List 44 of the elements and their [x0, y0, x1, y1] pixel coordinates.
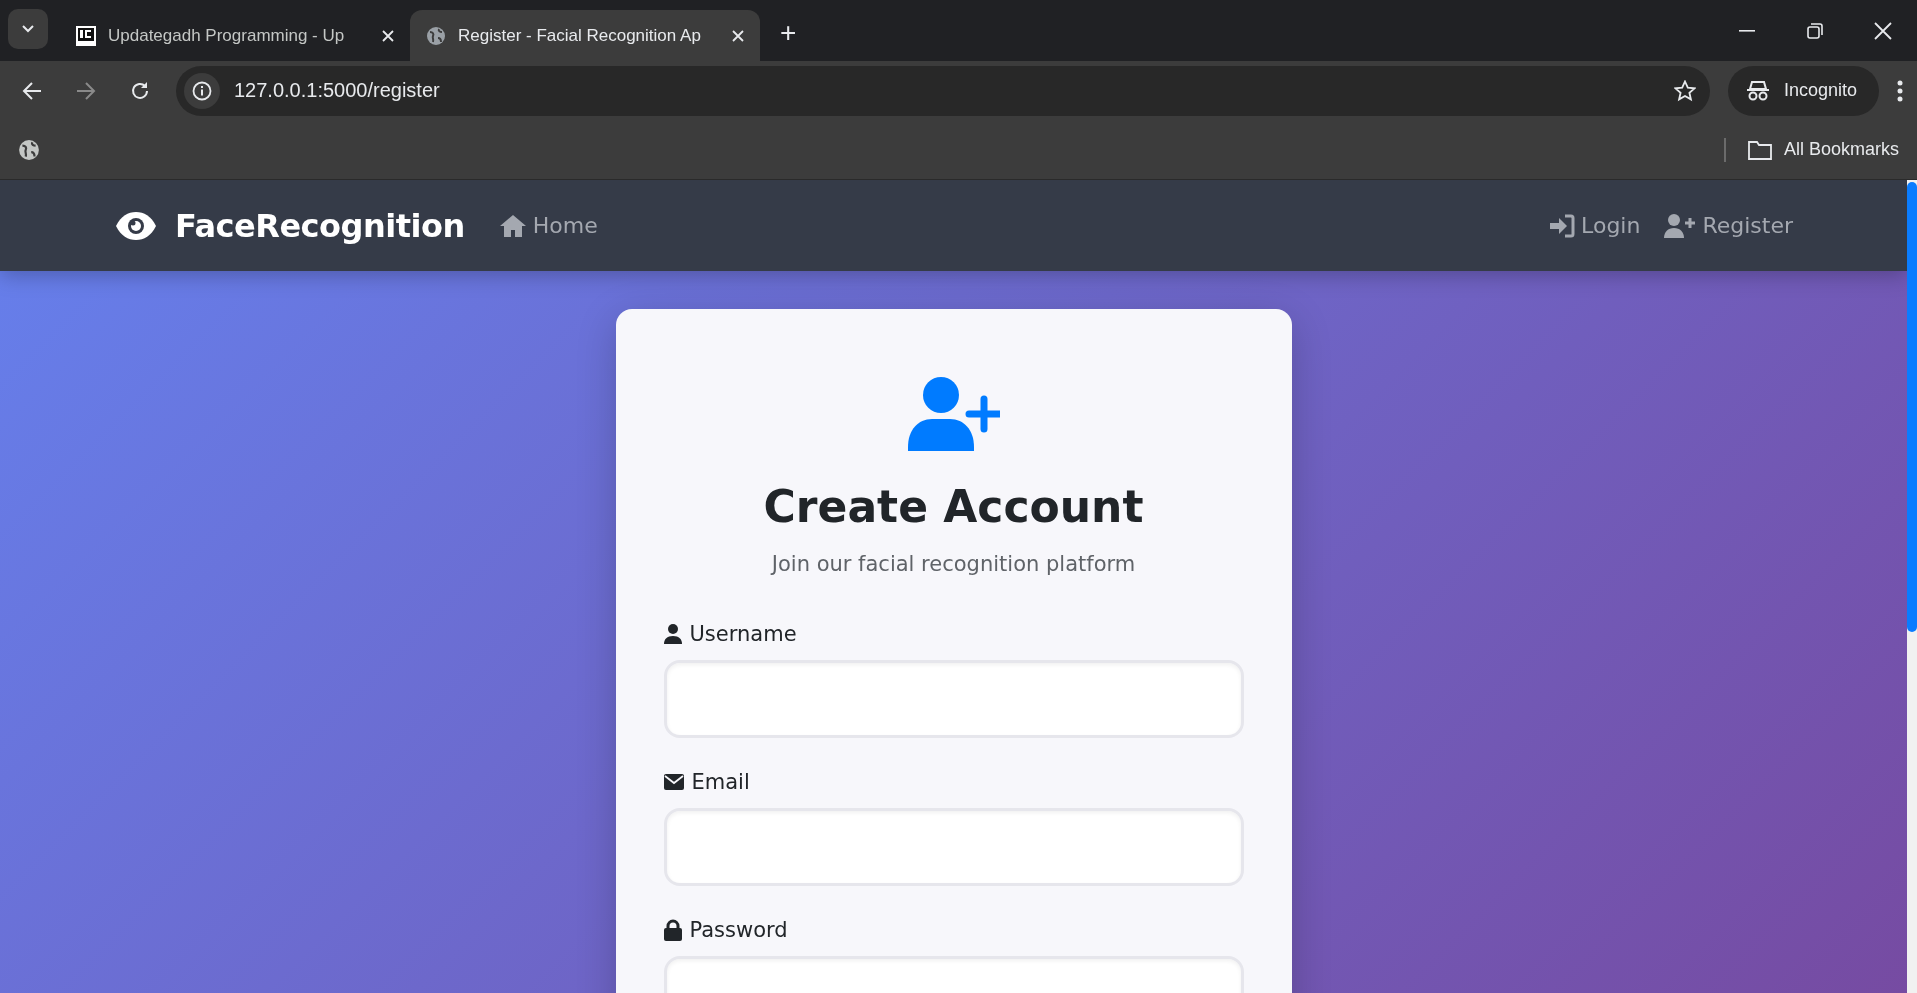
field-label: Email	[691, 770, 750, 794]
scrollbar-thumb[interactable]	[1907, 182, 1917, 632]
user-plus-icon	[1664, 213, 1697, 238]
browser-tab[interactable]: Register - Facial Recognition Ap	[410, 10, 760, 61]
field-label: Username	[689, 622, 797, 646]
menu-icon[interactable]	[1897, 79, 1903, 102]
reload-icon[interactable]	[130, 80, 150, 101]
eye-icon	[115, 210, 157, 241]
nav-link[interactable]: Home	[498, 213, 598, 238]
info-icon[interactable]	[192, 80, 212, 101]
address-bar[interactable]: 127.0.0.1:5000/register	[176, 65, 1710, 116]
page-subtitle: Join our facial recognition platform	[771, 552, 1136, 576]
star-icon[interactable]	[1673, 79, 1696, 102]
back-arrow-icon[interactable]	[22, 81, 42, 100]
close-icon[interactable]	[732, 29, 744, 42]
all-bookmarks-button[interactable]: All Bookmarks	[1747, 139, 1899, 160]
input-field[interactable]	[663, 660, 1244, 738]
close-icon[interactable]	[1874, 21, 1892, 40]
incognito-icon	[1745, 80, 1770, 101]
globe-icon[interactable]	[18, 138, 40, 161]
sign-in-icon	[1549, 213, 1576, 238]
close-icon[interactable]	[382, 29, 394, 42]
browser-tab[interactable]: Updategadh Programming - Up	[60, 10, 410, 61]
incognito-button[interactable]: Incognito	[1727, 65, 1879, 116]
brand-name[interactable]: FaceRecognition	[175, 206, 465, 245]
envelope-icon	[663, 774, 684, 790]
nav-link[interactable]: Login	[1549, 213, 1641, 238]
forward-arrow-icon[interactable]	[76, 81, 96, 100]
lock-icon	[663, 919, 682, 941]
globe-icon	[426, 25, 446, 46]
nav-link[interactable]: Register	[1664, 213, 1793, 238]
minimize-icon[interactable]	[1739, 29, 1755, 32]
field-label: Password	[689, 918, 788, 942]
site-logo-icon	[76, 25, 96, 46]
input-field[interactable]	[663, 808, 1244, 886]
url-text: 127.0.0.1:5000/register	[234, 79, 441, 102]
chevron-down-icon	[22, 25, 34, 33]
folder-icon	[1747, 139, 1772, 160]
house-icon	[498, 213, 527, 238]
user-icon	[663, 624, 682, 644]
restore-icon[interactable]	[1807, 22, 1823, 39]
new-tab-button[interactable]: +	[774, 17, 803, 49]
user-plus-icon	[907, 377, 1000, 451]
page-title: Create Account	[763, 481, 1144, 532]
